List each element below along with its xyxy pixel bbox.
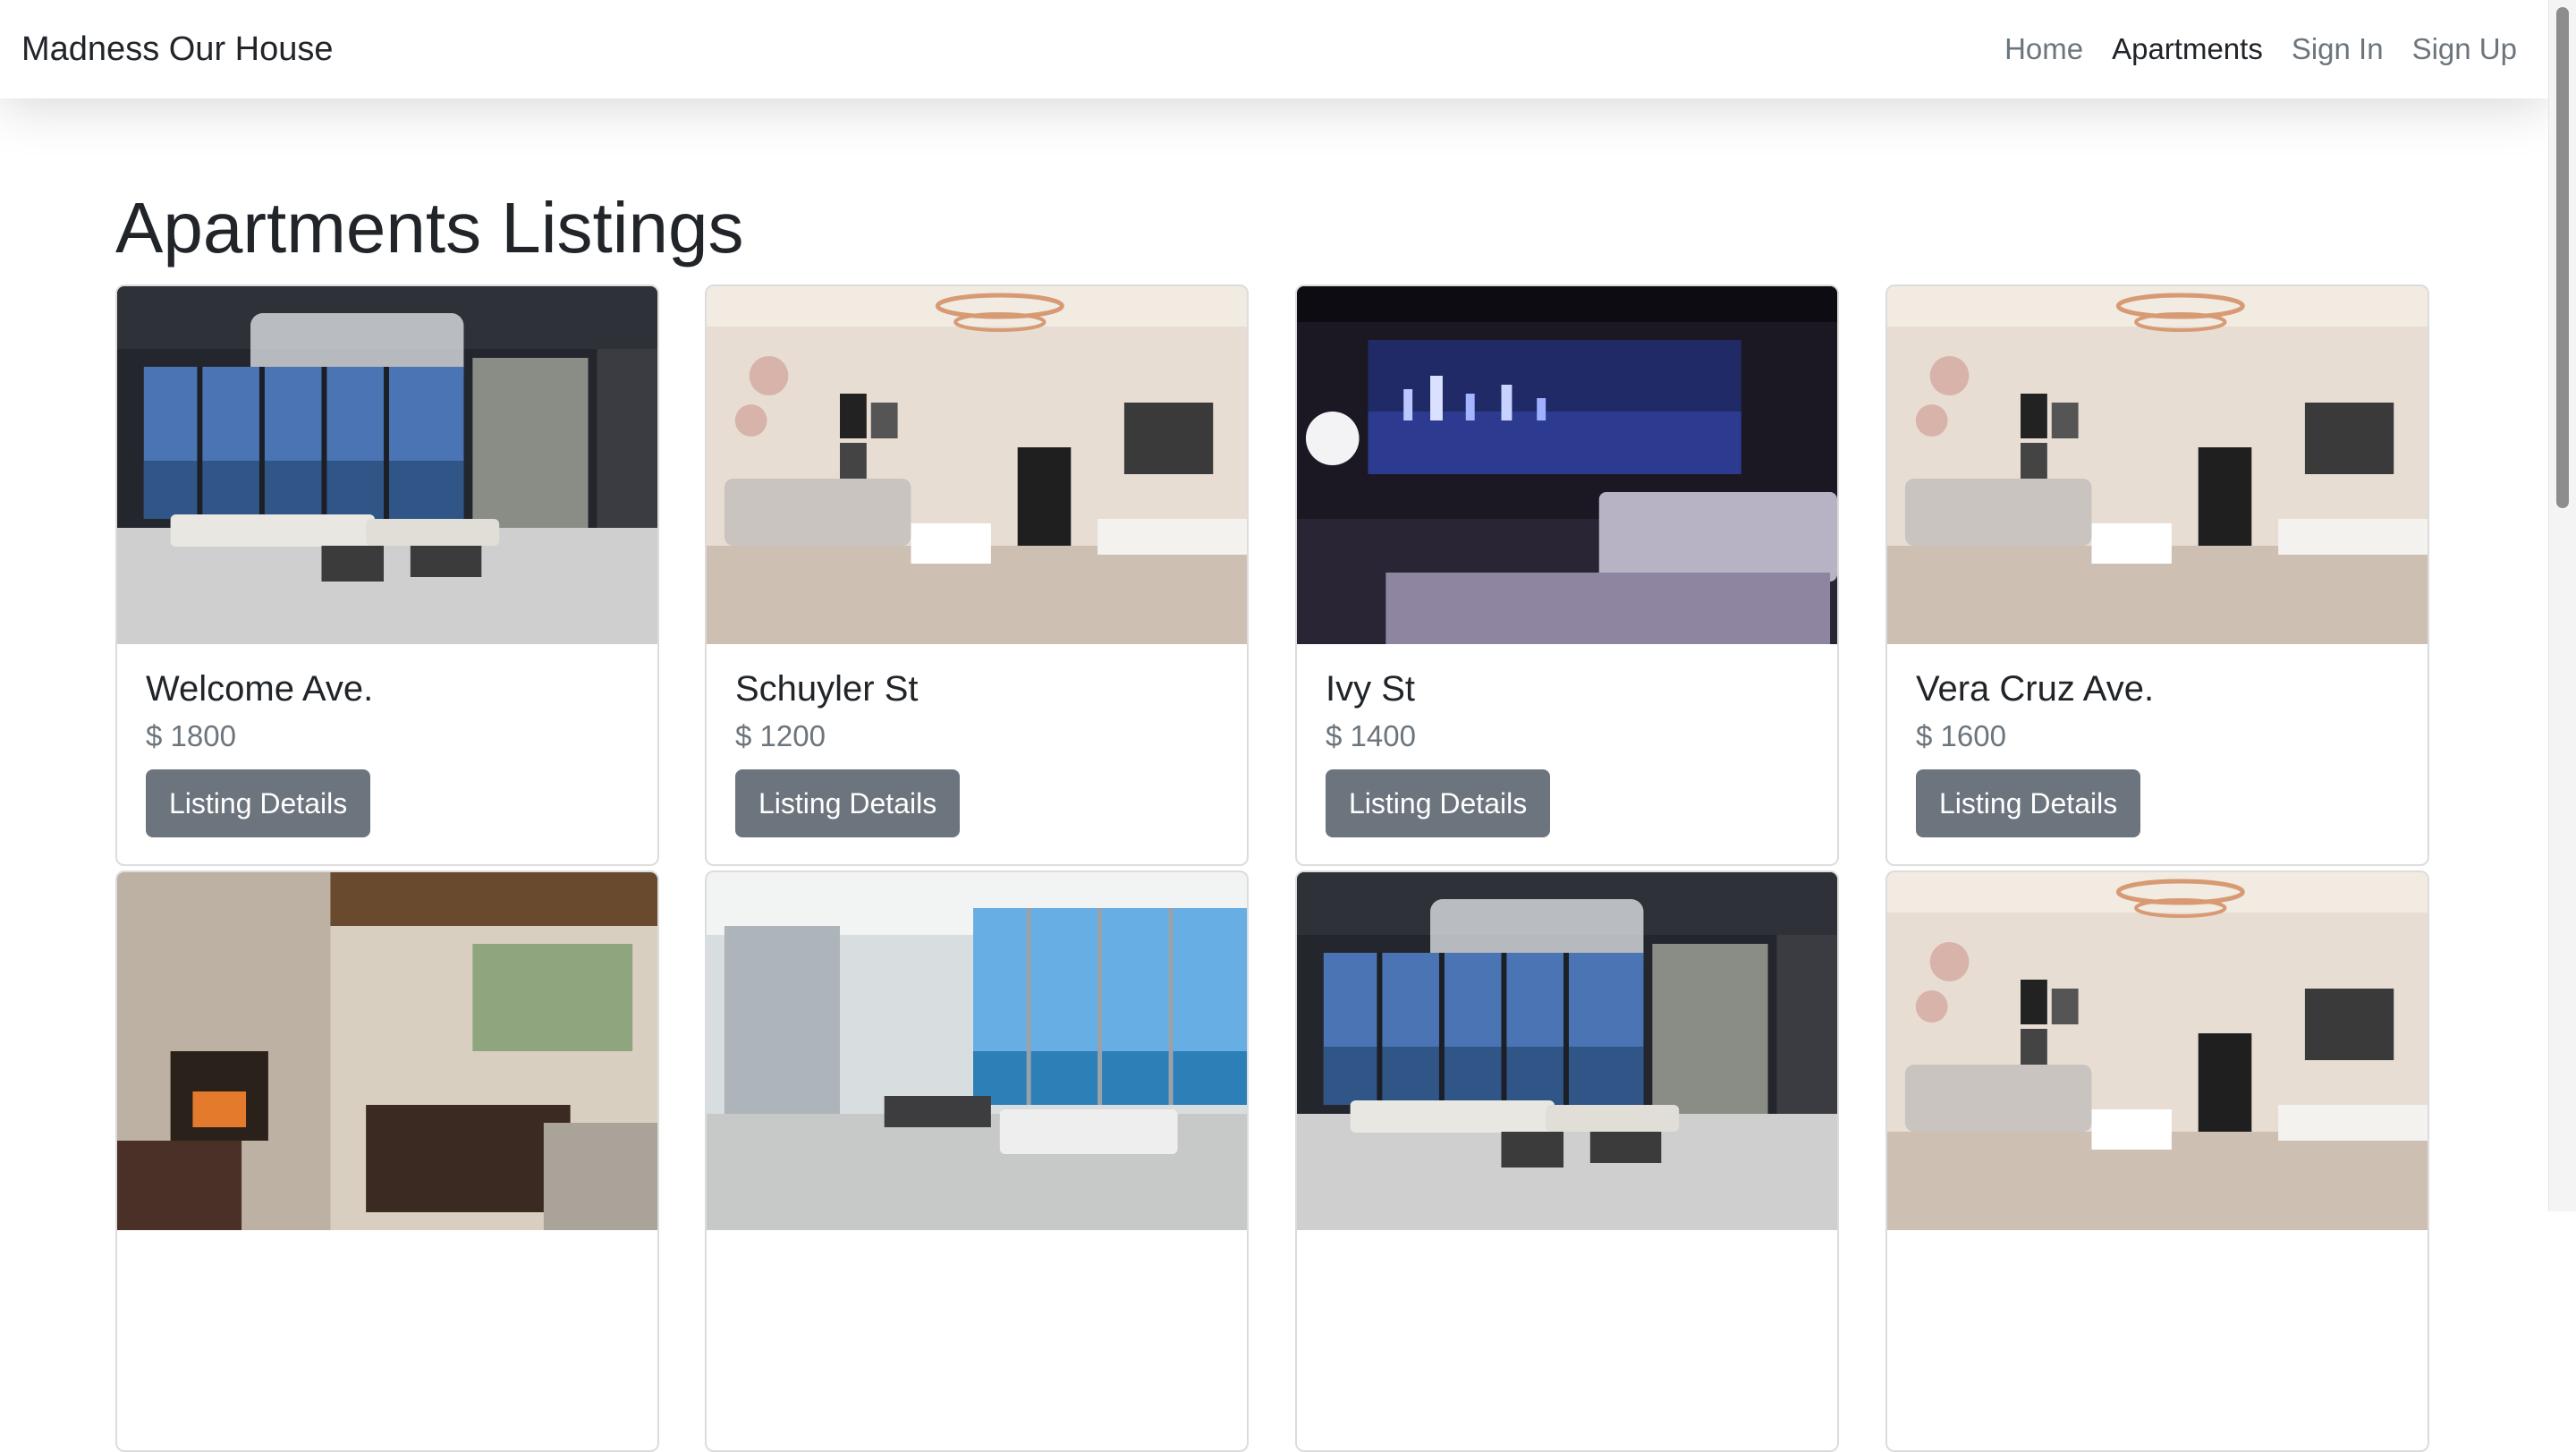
listing-details-button[interactable]: Listing Details: [735, 769, 961, 837]
listing-price: $ 1200: [735, 719, 826, 752]
listing-details-button[interactable]: Listing Details: [1916, 769, 2141, 837]
listing-card: Schuyler St $ 1200 Listing Details: [705, 284, 1249, 866]
nav-link-apartments[interactable]: Apartments: [2112, 25, 2263, 73]
scrollbar-thumb[interactable]: [2556, 7, 2569, 508]
listing-card: [705, 870, 1249, 1452]
listing-title: Welcome Ave.: [146, 669, 374, 709]
nav-link-home[interactable]: Home: [2004, 25, 2083, 73]
listing-photo: [1297, 872, 1837, 1230]
nav-links: Home Apartments Sign In Sign Up: [2004, 25, 2517, 73]
listing-title: Schuyler St: [735, 669, 919, 709]
listing-card: [1885, 870, 2429, 1452]
listing-photo: [707, 286, 1247, 644]
listing-photo: [1887, 286, 2428, 644]
listing-photo: [117, 872, 657, 1230]
listing-price: $ 1400: [1326, 719, 1416, 752]
listing-title: Ivy St: [1326, 669, 1416, 709]
nav-link-sign-up[interactable]: Sign Up: [2412, 25, 2517, 73]
listing-details-button[interactable]: Listing Details: [1326, 769, 1551, 837]
brand-link[interactable]: Madness Our House: [21, 25, 334, 73]
listing-photo: [117, 286, 657, 644]
listing-card: Ivy St $ 1400 Listing Details: [1295, 284, 1839, 866]
listing-title: Vera Cruz Ave.: [1916, 669, 2155, 709]
nav-link-sign-in[interactable]: Sign In: [2292, 25, 2384, 73]
listing-price: $ 1600: [1916, 719, 2006, 752]
listing-card: [1295, 870, 1839, 1452]
listing-photo: [707, 872, 1247, 1230]
listing-card: [115, 870, 659, 1452]
listing-photo: [1297, 286, 1837, 644]
top-navbar: Madness Our House Home Apartments Sign I…: [0, 0, 2549, 98]
listing-photo: [1887, 872, 2428, 1230]
page-title: Apartments Listings: [115, 188, 744, 267]
listing-price: $ 1800: [146, 719, 236, 752]
listing-details-button[interactable]: Listing Details: [146, 769, 371, 837]
vertical-scrollbar[interactable]: [2548, 0, 2576, 1211]
listing-card: Welcome Ave. $ 1800 Listing Details: [115, 284, 659, 866]
listing-card: Vera Cruz Ave. $ 1600 Listing Details: [1885, 284, 2429, 866]
